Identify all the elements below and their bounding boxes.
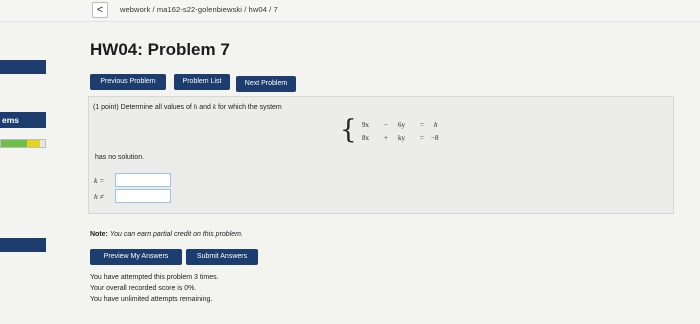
sidebar-block-bottom (0, 238, 46, 252)
note-text: You can earn partial credit on this prob… (109, 231, 243, 238)
h-answer-label: h ≠ (94, 192, 104, 201)
eq1-term1: 9x (362, 121, 369, 129)
progress-partial-segment (27, 140, 40, 147)
attempts-status: You have attempted this problem 3 times. (90, 274, 219, 281)
h-answer-input[interactable] (115, 189, 171, 203)
eq2-operator: + (384, 134, 388, 142)
conclusion-text: has no solution. (95, 154, 145, 161)
previous-problem-button[interactable]: Previous Problem (90, 74, 166, 90)
eq1-rhs: h (434, 121, 438, 129)
variable-h: h (193, 103, 198, 111)
eq2-rhs: −8 (431, 134, 439, 142)
page-title: HW04: Problem 7 (90, 40, 230, 59)
note-prefix: Note: (90, 231, 108, 238)
statement-text-a: Determine all values of (120, 104, 192, 111)
points-label: (1 point) (93, 104, 119, 111)
eq2-term1: 8x (362, 134, 369, 142)
breadcrumb: webwork / ma162-s22-golenbiewski / hw04 … (120, 5, 278, 14)
back-arrow-icon[interactable]: < (92, 2, 108, 18)
score-status: Your overall recorded score is 0%. (90, 285, 197, 292)
left-brace: { (340, 115, 357, 145)
submit-answers-button[interactable]: Submit Answers (186, 249, 258, 265)
sidebar-block-top (0, 60, 46, 74)
eq2-term2: ky (398, 134, 405, 142)
sidebar-item-label: ems (2, 115, 20, 125)
eq1-equals: = (420, 121, 424, 129)
eq2-equals: = (420, 134, 424, 142)
equation-system: { 9x − 6y = h 8x + ky = −8 (340, 115, 460, 148)
k-answer-input[interactable] (115, 173, 171, 187)
progress-correct-segment (1, 140, 28, 147)
next-problem-button[interactable]: Next Problem (236, 76, 296, 92)
partial-credit-note: Note: You can earn partial credit on thi… (90, 231, 243, 238)
preview-answers-button[interactable]: Preview My Answers (90, 249, 182, 265)
variable-k: k (212, 103, 216, 111)
statement-and: and (199, 104, 211, 111)
k-answer-label: k = (94, 176, 105, 185)
top-nav-bar: < webwork / ma162-s22-golenbiewski / hw0… (0, 0, 700, 22)
problem-statement: (1 point) Determine all values of h and … (93, 103, 282, 111)
problem-panel (88, 96, 674, 214)
problem-list-button[interactable]: Problem List (174, 74, 230, 90)
statement-text-b: for which the system (217, 104, 282, 111)
problem-progress-bar (0, 139, 46, 148)
remaining-status: You have unlimited attempts remaining. (90, 296, 213, 303)
eq1-operator: − (384, 121, 388, 129)
eq1-term2: 6y (398, 121, 405, 129)
